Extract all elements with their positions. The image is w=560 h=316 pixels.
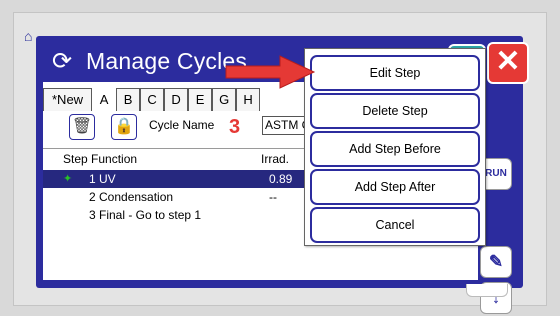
edit-icon: ✎ xyxy=(488,252,504,271)
step-irrad: 0.89 xyxy=(269,172,293,186)
step-name: 1 UV xyxy=(89,172,116,186)
add-step-after-menu-item[interactable]: Add Step After xyxy=(310,169,480,205)
uv-lamp-icon: ✦ xyxy=(63,173,73,185)
close-button[interactable]: ✕ xyxy=(487,42,529,84)
tab-b[interactable]: B xyxy=(116,88,141,111)
tab-new[interactable]: *New xyxy=(43,88,93,111)
tab-c[interactable]: C xyxy=(140,88,165,111)
step-irrad: -- xyxy=(269,190,277,204)
column-step-function: Step Function xyxy=(63,152,138,166)
tab-h[interactable]: H xyxy=(236,88,261,111)
tab-d[interactable]: D xyxy=(164,88,189,111)
step-context-menu: Edit Step Delete Step Add Step Before Ad… xyxy=(304,48,486,246)
annotation-arrow-icon xyxy=(225,55,316,89)
step-number-annotation: 3 xyxy=(229,116,241,138)
trash-icon: 🗑 xyxy=(71,118,93,135)
delete-step-menu-item[interactable]: Delete Step xyxy=(310,93,480,129)
bottom-tab-stub xyxy=(466,284,508,297)
cycle-name-label: Cycle Name xyxy=(149,118,215,132)
close-icon: ✕ xyxy=(495,45,521,78)
column-irrad: Irrad. xyxy=(261,152,290,166)
lock-icon: 🔒 xyxy=(114,118,134,135)
title-row: ⟳ Manage Cycles xyxy=(52,48,247,75)
lock-button[interactable]: 🔒 xyxy=(111,114,137,140)
cycle-refresh-icon: ⟳ xyxy=(52,47,73,75)
tab-g[interactable]: G xyxy=(212,88,237,111)
step-name: 3 Final - Go to step 1 xyxy=(89,208,202,222)
delete-cycle-button[interactable]: 🗑 xyxy=(69,114,95,140)
edit-step-menu-item[interactable]: Edit Step xyxy=(310,55,480,91)
page-title: Manage Cycles xyxy=(86,48,248,74)
home-icon[interactable]: ⌂ xyxy=(24,29,36,43)
step-name: 2 Condensation xyxy=(89,190,174,204)
edit-button[interactable]: ✎ xyxy=(480,246,512,278)
add-step-before-menu-item[interactable]: Add Step Before xyxy=(310,131,480,167)
cancel-menu-item[interactable]: Cancel xyxy=(310,207,480,243)
cycle-tabs: *New A B C D E G H xyxy=(43,88,261,112)
tab-a[interactable]: A xyxy=(92,88,117,111)
tab-e[interactable]: E xyxy=(188,88,213,111)
